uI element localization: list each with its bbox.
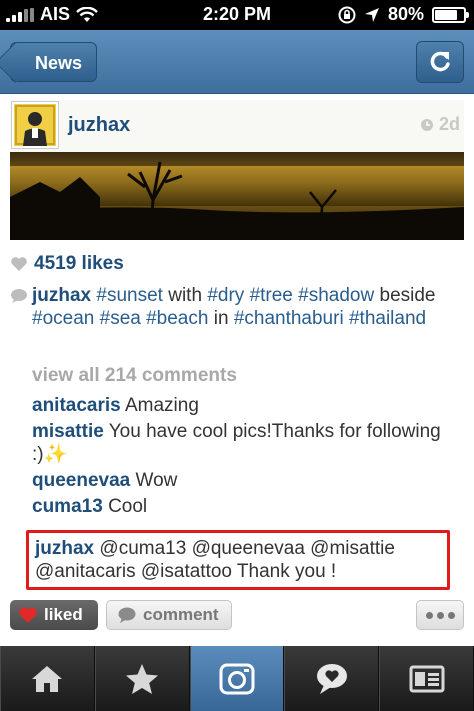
hashtag-link[interactable]: #chanthaburi bbox=[234, 308, 344, 329]
post-actions: liked comment bbox=[10, 600, 464, 630]
ellipsis-dot bbox=[436, 611, 444, 619]
hashtag-link[interactable]: #beach bbox=[146, 308, 208, 329]
comment-item: cuma13 Cool bbox=[32, 495, 464, 518]
comment-text: Amazing bbox=[124, 395, 199, 416]
caption-text-segment: in bbox=[208, 308, 234, 329]
avatar[interactable] bbox=[12, 102, 58, 148]
post-photo[interactable] bbox=[10, 152, 464, 240]
location-arrow-icon bbox=[364, 7, 379, 22]
hashtag-link[interactable]: #dry bbox=[207, 285, 244, 306]
refresh-icon bbox=[430, 51, 450, 72]
post-header: juzhax 2d bbox=[10, 100, 464, 152]
highlighted-comment: juzhax @cuma13 @queenevaa @misattie @ani… bbox=[26, 530, 450, 590]
nav-bar: News bbox=[0, 30, 474, 94]
comment-label: comment bbox=[143, 605, 219, 624]
comment-item: queenevaa Wow bbox=[32, 469, 464, 492]
likes-row[interactable]: 4519 likes bbox=[10, 252, 464, 275]
comment-text: Wow bbox=[135, 470, 178, 491]
clock-icon bbox=[420, 118, 433, 131]
comment-username[interactable]: juzhax bbox=[35, 538, 94, 559]
comment-bubble-icon bbox=[118, 607, 136, 623]
ellipsis-dot bbox=[447, 611, 455, 619]
view-all-comments-link[interactable]: view all 214 comments bbox=[10, 364, 464, 387]
camera-icon bbox=[219, 663, 255, 694]
hashtag-link[interactable]: #thailand bbox=[349, 308, 426, 329]
comment-username[interactable]: anitacaris bbox=[32, 395, 121, 416]
more-options-button[interactable] bbox=[416, 600, 464, 630]
caption-text-segment: with bbox=[162, 285, 208, 306]
comments-list: anitacaris Amazing misattie You have coo… bbox=[10, 394, 464, 590]
likes-count: 4519 likes bbox=[34, 253, 124, 274]
back-button-label: News bbox=[35, 53, 83, 73]
ellipsis-dot bbox=[425, 611, 433, 619]
news-bubble-icon bbox=[316, 663, 347, 694]
avatar-image bbox=[14, 104, 56, 146]
comment-item: misattie You have cool pics!Thanks for f… bbox=[32, 420, 464, 466]
battery-percent: 80% bbox=[387, 4, 424, 24]
back-button[interactable]: News bbox=[10, 42, 98, 82]
speech-bubble-icon bbox=[11, 289, 27, 303]
caption: juzhax #sunset with #dry #tree #shadow b… bbox=[10, 284, 464, 330]
tab-bar bbox=[0, 646, 474, 711]
profile-card-icon bbox=[409, 665, 445, 692]
liked-button[interactable]: liked bbox=[10, 600, 98, 630]
star-icon bbox=[126, 663, 159, 694]
tab-news[interactable] bbox=[284, 646, 380, 711]
tab-camera[interactable] bbox=[189, 646, 285, 711]
tab-home[interactable] bbox=[0, 646, 95, 711]
comment-username[interactable]: misattie bbox=[32, 421, 104, 442]
heart-icon bbox=[11, 256, 27, 271]
comment-username[interactable]: cuma13 bbox=[32, 496, 103, 517]
post-timestamp: 2d bbox=[420, 114, 460, 135]
liked-label: liked bbox=[44, 605, 83, 624]
caption-text-segment: beside bbox=[374, 285, 436, 306]
caption-body: #sunset with #dry #tree #shadow beside #… bbox=[32, 285, 436, 329]
home-icon bbox=[32, 665, 63, 692]
status-right: 80% bbox=[338, 4, 469, 25]
tab-profile[interactable] bbox=[379, 646, 474, 711]
battery-icon bbox=[432, 6, 469, 23]
comment-username[interactable]: queenevaa bbox=[32, 470, 130, 491]
post-username[interactable]: juzhax bbox=[68, 114, 130, 137]
caption-username[interactable]: juzhax bbox=[32, 285, 91, 306]
status-bar: AIS 2:20 PM 80% bbox=[0, 0, 474, 30]
caption-text: juzhax #sunset with #dry #tree #shadow b… bbox=[10, 284, 464, 330]
time-ago: 2d bbox=[438, 114, 460, 134]
comment-text: Cool bbox=[108, 496, 148, 517]
refresh-button[interactable] bbox=[416, 41, 464, 83]
tab-popular[interactable] bbox=[94, 646, 190, 711]
comment-item: anitacaris Amazing bbox=[32, 394, 464, 417]
orientation-lock-icon bbox=[338, 6, 356, 23]
hashtag-link[interactable]: #tree bbox=[250, 285, 293, 306]
hashtag-link[interactable]: #sunset bbox=[96, 285, 163, 306]
hashtag-link[interactable]: #ocean bbox=[32, 308, 94, 329]
comment-button[interactable]: comment bbox=[106, 600, 232, 630]
hashtag-link[interactable]: #shadow bbox=[298, 285, 374, 306]
hashtag-link[interactable]: #sea bbox=[100, 308, 141, 329]
sunset-photo bbox=[10, 152, 464, 240]
heart-filled-icon bbox=[19, 607, 37, 623]
